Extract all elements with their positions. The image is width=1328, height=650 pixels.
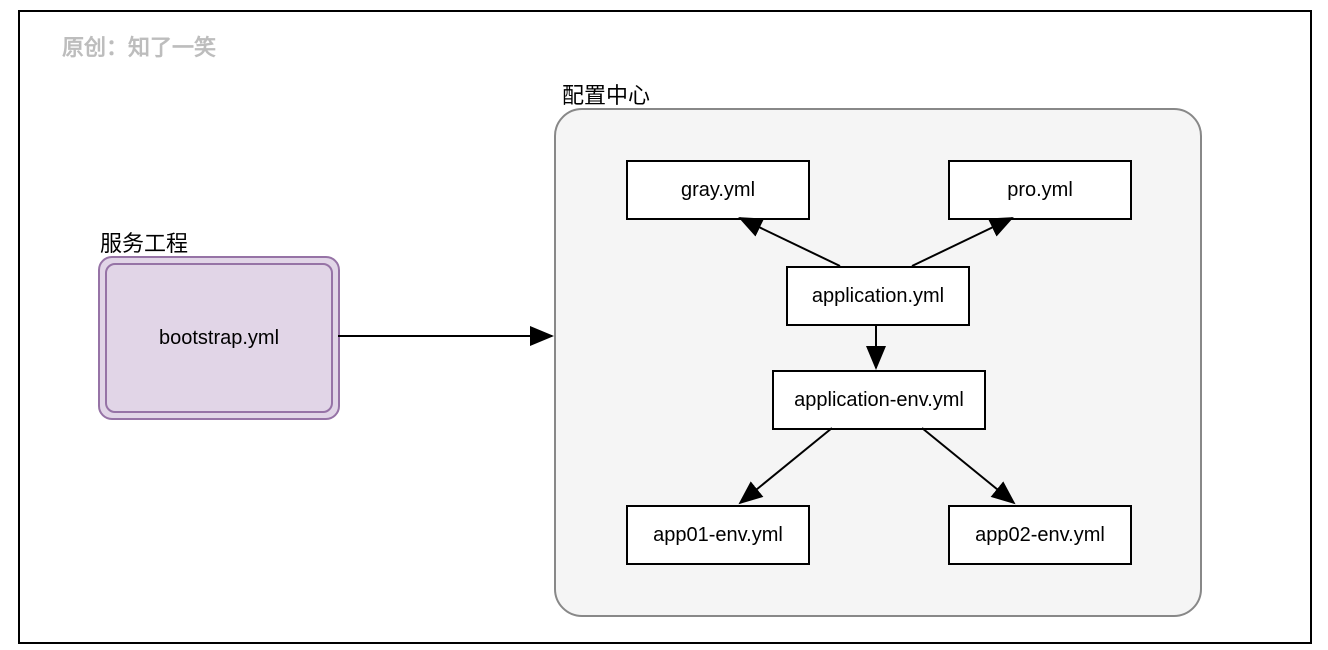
application-env-node-label: application-env.yml bbox=[794, 389, 964, 412]
service-box: bootstrap.yml bbox=[98, 256, 340, 420]
app01-env-node: app01-env.yml bbox=[626, 505, 810, 565]
watermark-text: 原创：知了一笑 bbox=[62, 30, 216, 62]
config-section-title: 配置中心 bbox=[562, 78, 650, 110]
application-node-label: application.yml bbox=[812, 285, 944, 308]
service-section-title: 服务工程 bbox=[100, 226, 188, 258]
app01-env-node-label: app01-env.yml bbox=[653, 524, 783, 547]
diagram-canvas: 原创：知了一笑 服务工程 bootstrap.yml 配置中心 gray.yml… bbox=[0, 0, 1328, 650]
gray-node: gray.yml bbox=[626, 160, 810, 220]
pro-node: pro.yml bbox=[948, 160, 1132, 220]
app02-env-node: app02-env.yml bbox=[948, 505, 1132, 565]
gray-node-label: gray.yml bbox=[681, 179, 755, 202]
application-env-node: application-env.yml bbox=[772, 370, 986, 430]
bootstrap-node-label: bootstrap.yml bbox=[159, 327, 279, 350]
application-node: application.yml bbox=[786, 266, 970, 326]
service-box-inner: bootstrap.yml bbox=[105, 263, 333, 413]
pro-node-label: pro.yml bbox=[1007, 179, 1073, 202]
app02-env-node-label: app02-env.yml bbox=[975, 524, 1105, 547]
